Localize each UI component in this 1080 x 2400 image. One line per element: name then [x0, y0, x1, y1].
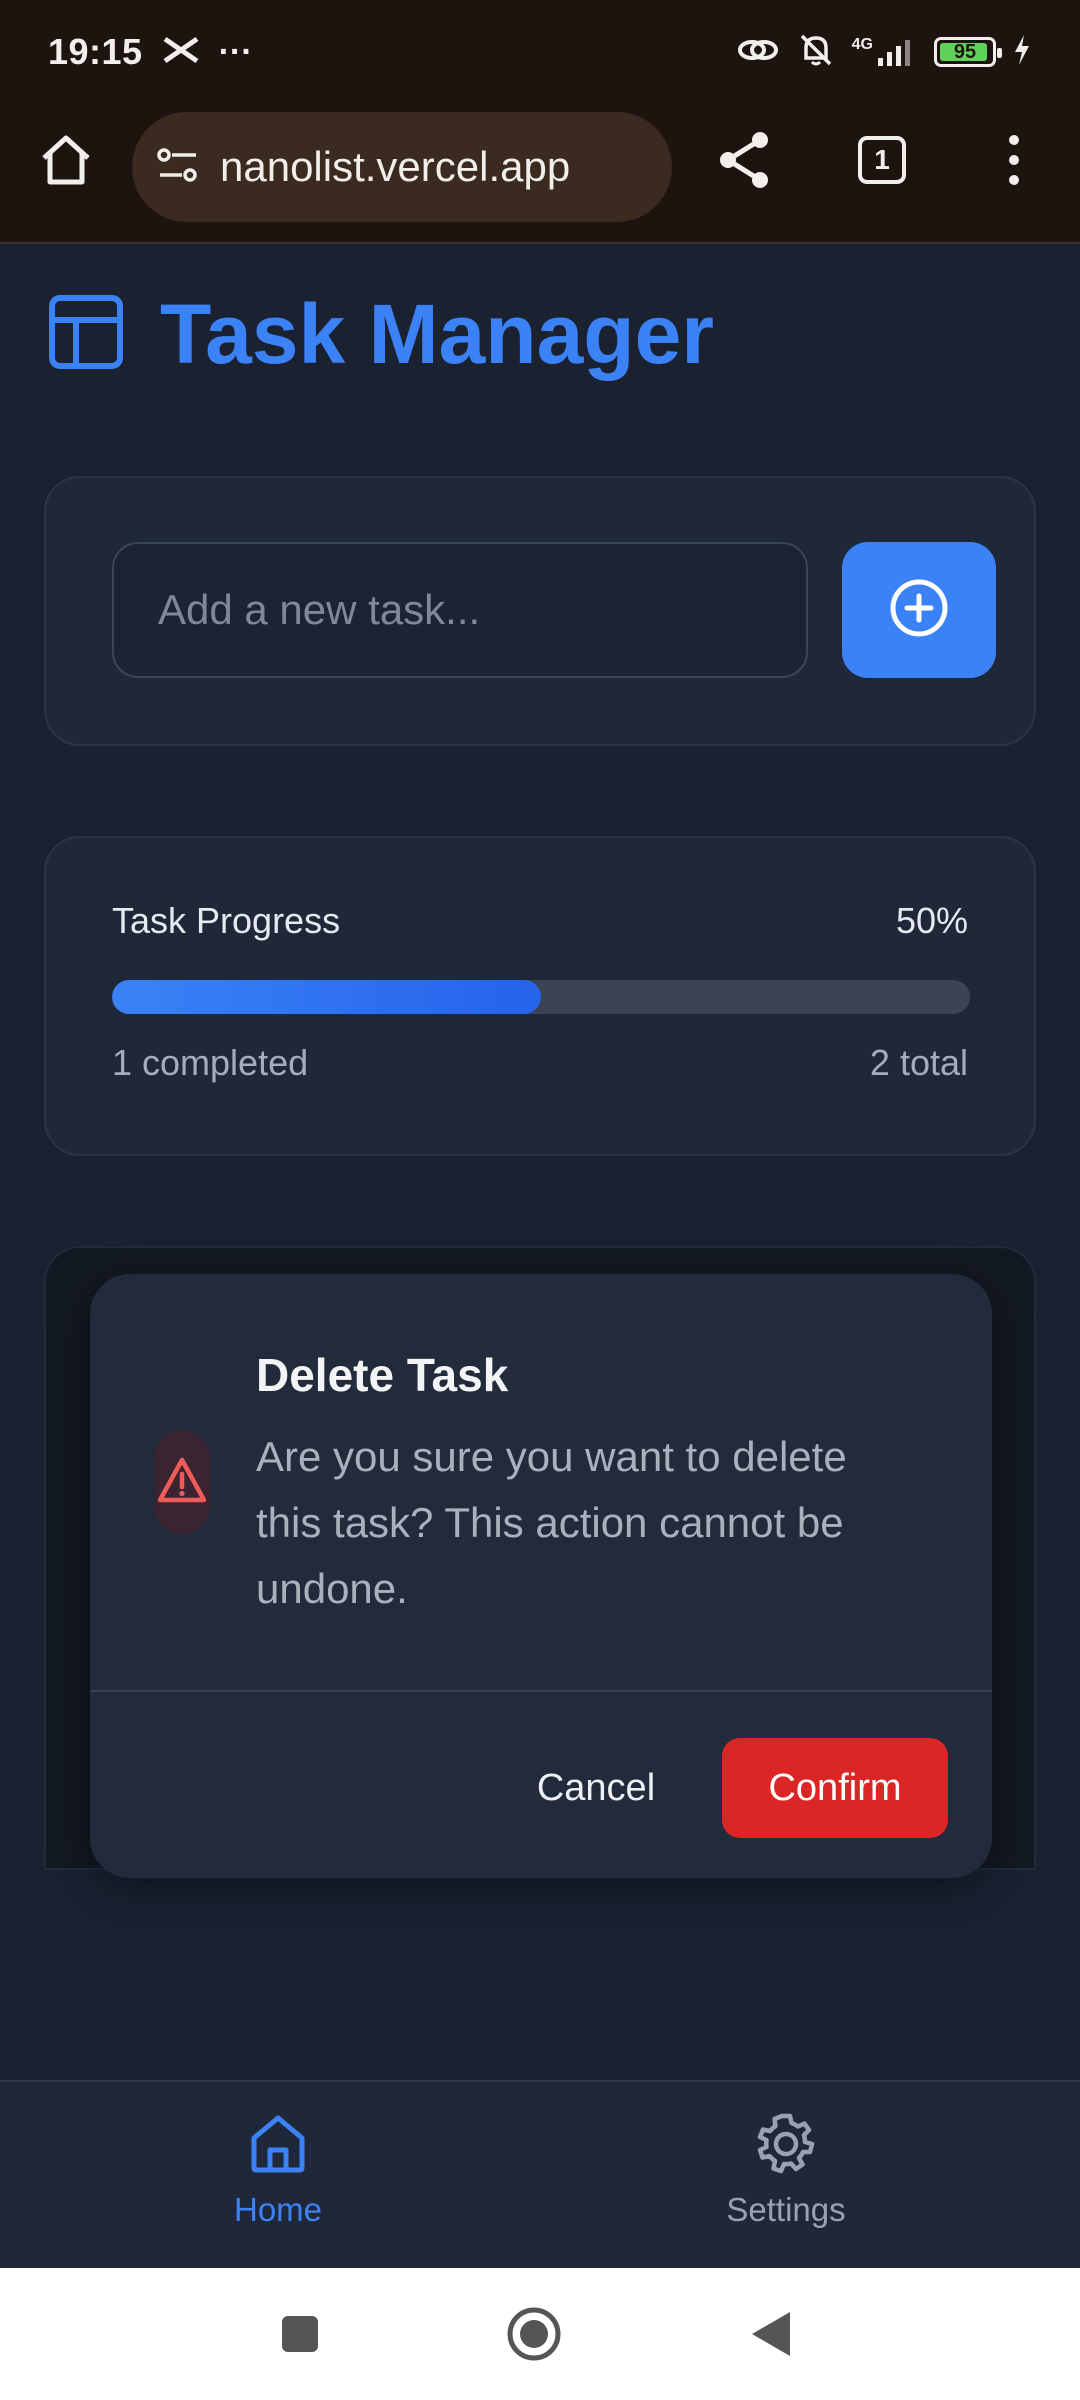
add-task-card: Add a new task... [44, 476, 1036, 746]
browser-toolbar: nanolist.vercel.app 1 [0, 104, 1080, 244]
add-task-button[interactable] [842, 542, 996, 678]
confirm-button[interactable]: Confirm [722, 1738, 948, 1838]
progress-label: Task Progress [112, 900, 341, 941]
system-navigation-bar [0, 2268, 1080, 2400]
battery-indicator: 95 [934, 37, 1002, 67]
dialog-message: Are you sure you want to delete this tas… [256, 1433, 847, 1612]
bottom-nav: Home Settings [0, 2080, 1080, 2268]
completed-count: 1 completed [112, 1042, 309, 1083]
nav-item-settings[interactable]: Settings [686, 2112, 886, 2229]
warning-badge [154, 1430, 210, 1534]
url-text: nanolist.vercel.app [220, 143, 571, 190]
battery-level: 95 [953, 40, 977, 63]
nav-label-settings: Settings [726, 2191, 846, 2228]
share-icon[interactable] [712, 128, 776, 192]
tab-switcher-button[interactable]: 1 [850, 128, 914, 192]
dialog-title: Delete Task [256, 1349, 509, 1401]
more-notifications-icon: ··· [218, 32, 253, 71]
progress-percent: 50% [895, 900, 968, 941]
capcut-notification-icon [161, 35, 201, 70]
task-input[interactable]: Add a new task... [112, 542, 808, 678]
delete-task-dialog: Delete Task Are you sure you want to del… [90, 1274, 992, 1878]
progress-card: Task Progress 50% 1 completed 2 total [44, 836, 1036, 1156]
network-type: 4G [851, 36, 873, 53]
recents-icon[interactable] [280, 2314, 320, 2359]
progress-bar [112, 980, 970, 1014]
tab-count: 1 [874, 144, 890, 175]
page-title: Task Manager [160, 287, 714, 381]
link-icon [736, 32, 780, 73]
plus-circle-icon [887, 576, 951, 645]
header: Task Manager [48, 286, 714, 383]
status-bar: 19:15 ··· 4G 95 [0, 0, 1080, 104]
charging-icon [1012, 33, 1032, 72]
home-circle-icon[interactable] [506, 2306, 562, 2367]
status-time: 19:15 [48, 31, 143, 72]
home-browser-icon[interactable] [34, 128, 98, 192]
nav-item-home[interactable]: Home [178, 2112, 378, 2229]
progress-fill [112, 980, 541, 1014]
dialog-divider [90, 1690, 992, 1692]
home-icon [246, 2112, 310, 2181]
cancel-button[interactable]: Cancel [510, 1738, 682, 1838]
nav-label-home: Home [233, 2191, 323, 2228]
total-count: 2 total [869, 1042, 968, 1083]
layout-icon [48, 294, 124, 375]
menu-kebab-icon[interactable] [982, 128, 1046, 192]
address-bar[interactable]: nanolist.vercel.app [132, 112, 672, 222]
gear-icon [754, 2112, 818, 2181]
back-icon[interactable] [750, 2310, 792, 2363]
mute-bell-icon [796, 30, 836, 75]
warning-triangle-icon [156, 1456, 208, 1509]
site-settings-icon[interactable] [156, 145, 200, 190]
signal-icon: 4G [852, 36, 918, 68]
